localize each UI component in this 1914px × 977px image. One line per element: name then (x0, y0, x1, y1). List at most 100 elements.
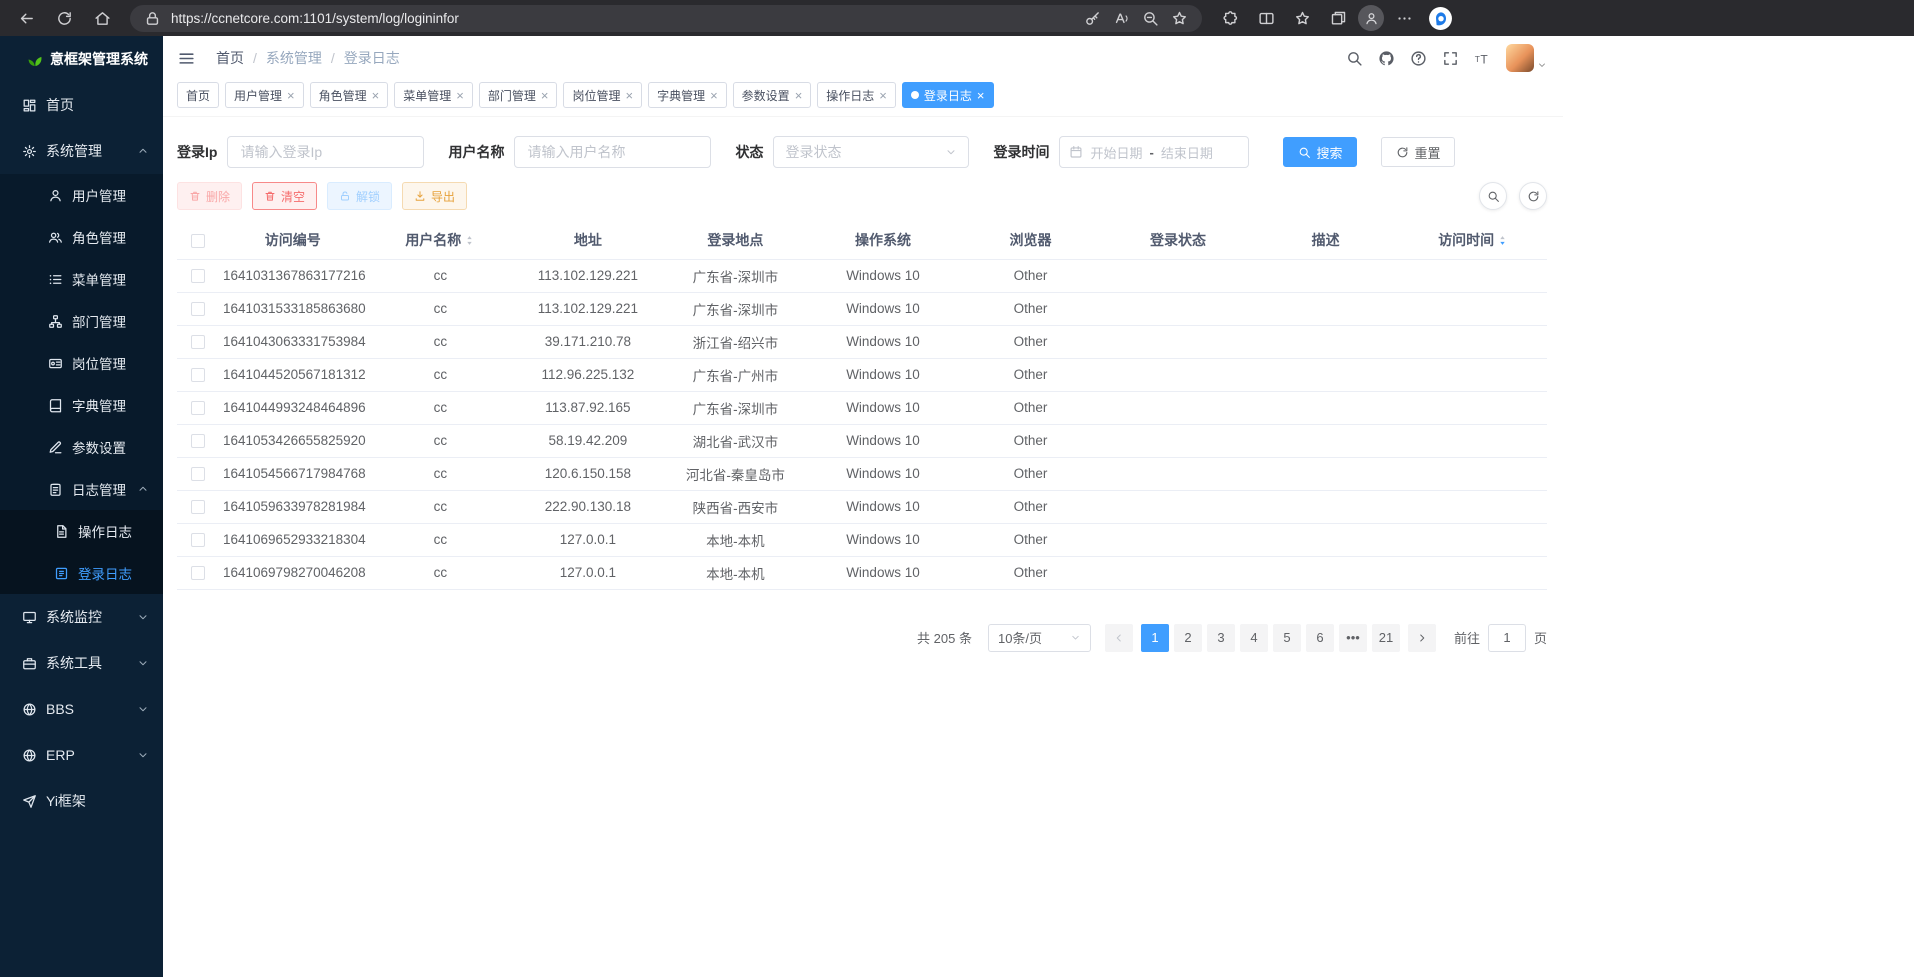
row-checkbox[interactable] (191, 500, 205, 514)
favorites-icon[interactable] (1286, 4, 1318, 32)
page-number-button[interactable]: 5 (1273, 624, 1301, 652)
extensions-icon[interactable] (1214, 4, 1246, 32)
select-all-checkbox[interactable] (191, 234, 205, 248)
tab-close-icon[interactable]: × (287, 89, 295, 102)
browser-profile-avatar[interactable] (1358, 5, 1384, 31)
sidebar-item[interactable]: 部门管理 (0, 300, 163, 342)
tab[interactable]: 部门管理× (479, 82, 558, 108)
prev-page-button[interactable] (1105, 624, 1133, 652)
row-checkbox[interactable] (191, 434, 205, 448)
sidebar-item[interactable]: 系统监控 (0, 594, 163, 640)
collections-icon[interactable] (1322, 4, 1354, 32)
page-number-button[interactable]: 21 (1372, 624, 1400, 652)
goto-page-input[interactable] (1488, 624, 1526, 652)
login-ip-input[interactable] (227, 136, 424, 168)
login-time-range-picker[interactable]: 开始日期 - 结束日期 (1059, 136, 1249, 168)
page-number-button[interactable]: 3 (1207, 624, 1235, 652)
sidebar-item[interactable]: 岗位管理 (0, 342, 163, 384)
font-size-icon[interactable]: TT (1474, 50, 1491, 67)
pager-more-button[interactable]: ••• (1339, 624, 1367, 652)
page-number-button[interactable]: 1 (1141, 624, 1169, 652)
username-input[interactable] (514, 136, 711, 168)
row-checkbox[interactable] (191, 302, 205, 316)
search-button[interactable]: 搜索 (1283, 137, 1357, 167)
tab[interactable]: 岗位管理× (563, 82, 642, 108)
tab[interactable]: 首页 (177, 82, 219, 108)
breadcrumb-item[interactable]: 首页 (216, 48, 244, 68)
next-page-button[interactable] (1408, 624, 1436, 652)
address-bar[interactable]: https://ccnetcore.com:1101/system/log/lo… (130, 5, 1202, 32)
fullscreen-icon[interactable] (1442, 50, 1459, 67)
sidebar-item[interactable]: 参数设置 (0, 426, 163, 468)
tab-close-icon[interactable]: × (625, 89, 633, 102)
row-checkbox[interactable] (191, 533, 205, 547)
reset-button[interactable]: 重置 (1381, 137, 1455, 167)
collapse-sidebar-icon[interactable] (177, 49, 196, 68)
sidebar-item[interactable]: 首页 (0, 82, 163, 128)
tab[interactable]: 角色管理× (310, 82, 389, 108)
sort-caret-icon[interactable] (1497, 233, 1508, 248)
favorite-star-icon[interactable] (1171, 10, 1188, 27)
refresh-table-button[interactable] (1519, 182, 1547, 210)
status-select[interactable]: 登录状态 (773, 136, 969, 168)
sidebar-item[interactable]: Yi框架 (0, 778, 163, 824)
browser-refresh-icon[interactable] (48, 4, 80, 32)
sidebar-item[interactable]: 菜单管理 (0, 258, 163, 300)
tab-close-icon[interactable]: × (977, 89, 985, 102)
tab[interactable]: 参数设置× (733, 82, 812, 108)
tab-close-icon[interactable]: × (710, 89, 718, 102)
password-key-icon[interactable] (1084, 10, 1101, 27)
column-header[interactable]: 用户名称 (367, 222, 515, 259)
tab-close-icon[interactable]: × (879, 89, 887, 102)
sidebar-item[interactable]: BBS (0, 686, 163, 732)
sidebar-item[interactable]: 字典管理 (0, 384, 163, 426)
search-icon[interactable] (1346, 50, 1363, 67)
delete-button[interactable]: 删除 (177, 182, 242, 210)
browser-menu-icon[interactable] (1388, 4, 1420, 32)
tab-close-icon[interactable]: × (541, 89, 549, 102)
user-avatar-dropdown[interactable] (1506, 44, 1547, 72)
tab[interactable]: 菜单管理× (394, 82, 473, 108)
row-checkbox[interactable] (191, 566, 205, 580)
tab-close-icon[interactable]: × (456, 89, 464, 102)
sidebar-item[interactable]: 日志管理 (0, 468, 163, 510)
tab-close-icon[interactable]: × (372, 89, 380, 102)
sidebar-item[interactable]: 系统工具 (0, 640, 163, 686)
sidebar-item[interactable]: 操作日志 (0, 510, 163, 552)
toggle-search-button[interactable] (1479, 182, 1507, 210)
page-number-button[interactable]: 2 (1174, 624, 1202, 652)
breadcrumb-item[interactable]: 系统管理 (266, 48, 322, 68)
sidebar-item[interactable]: 系统管理 (0, 128, 163, 174)
tab[interactable]: 操作日志× (817, 82, 896, 108)
tab[interactable]: 用户管理× (225, 82, 304, 108)
tab[interactable]: 字典管理× (648, 82, 727, 108)
browser-back-icon[interactable] (10, 4, 42, 32)
column-header[interactable]: 访问时间 (1399, 222, 1547, 259)
zoom-out-icon[interactable] (1142, 10, 1159, 27)
page-size-select[interactable]: 10条/页 (988, 624, 1091, 652)
row-checkbox[interactable] (191, 368, 205, 382)
github-icon[interactable] (1378, 50, 1395, 67)
sidebar-item[interactable]: 登录日志 (0, 552, 163, 594)
unlock-button[interactable]: 解锁 (327, 182, 392, 210)
sidebar-item[interactable]: 角色管理 (0, 216, 163, 258)
site-info-icon[interactable] (144, 10, 161, 27)
sidebar-item[interactable]: 用户管理 (0, 174, 163, 216)
read-aloud-icon[interactable] (1113, 10, 1130, 27)
split-screen-icon[interactable] (1250, 4, 1282, 32)
row-checkbox[interactable] (191, 335, 205, 349)
sidebar-item[interactable]: ERP (0, 732, 163, 778)
export-button[interactable]: 导出 (402, 182, 467, 210)
row-checkbox[interactable] (191, 401, 205, 415)
tab-close-icon[interactable]: × (795, 89, 803, 102)
page-number-button[interactable]: 6 (1306, 624, 1334, 652)
sort-caret-icon[interactable] (464, 233, 475, 248)
copilot-icon[interactable] (1428, 6, 1453, 31)
row-checkbox[interactable] (191, 269, 205, 283)
tab[interactable]: 登录日志× (902, 82, 994, 108)
row-checkbox[interactable] (191, 467, 205, 481)
help-icon[interactable] (1410, 50, 1427, 67)
page-number-button[interactable]: 4 (1240, 624, 1268, 652)
clear-button[interactable]: 清空 (252, 182, 317, 210)
browser-home-icon[interactable] (86, 4, 118, 32)
